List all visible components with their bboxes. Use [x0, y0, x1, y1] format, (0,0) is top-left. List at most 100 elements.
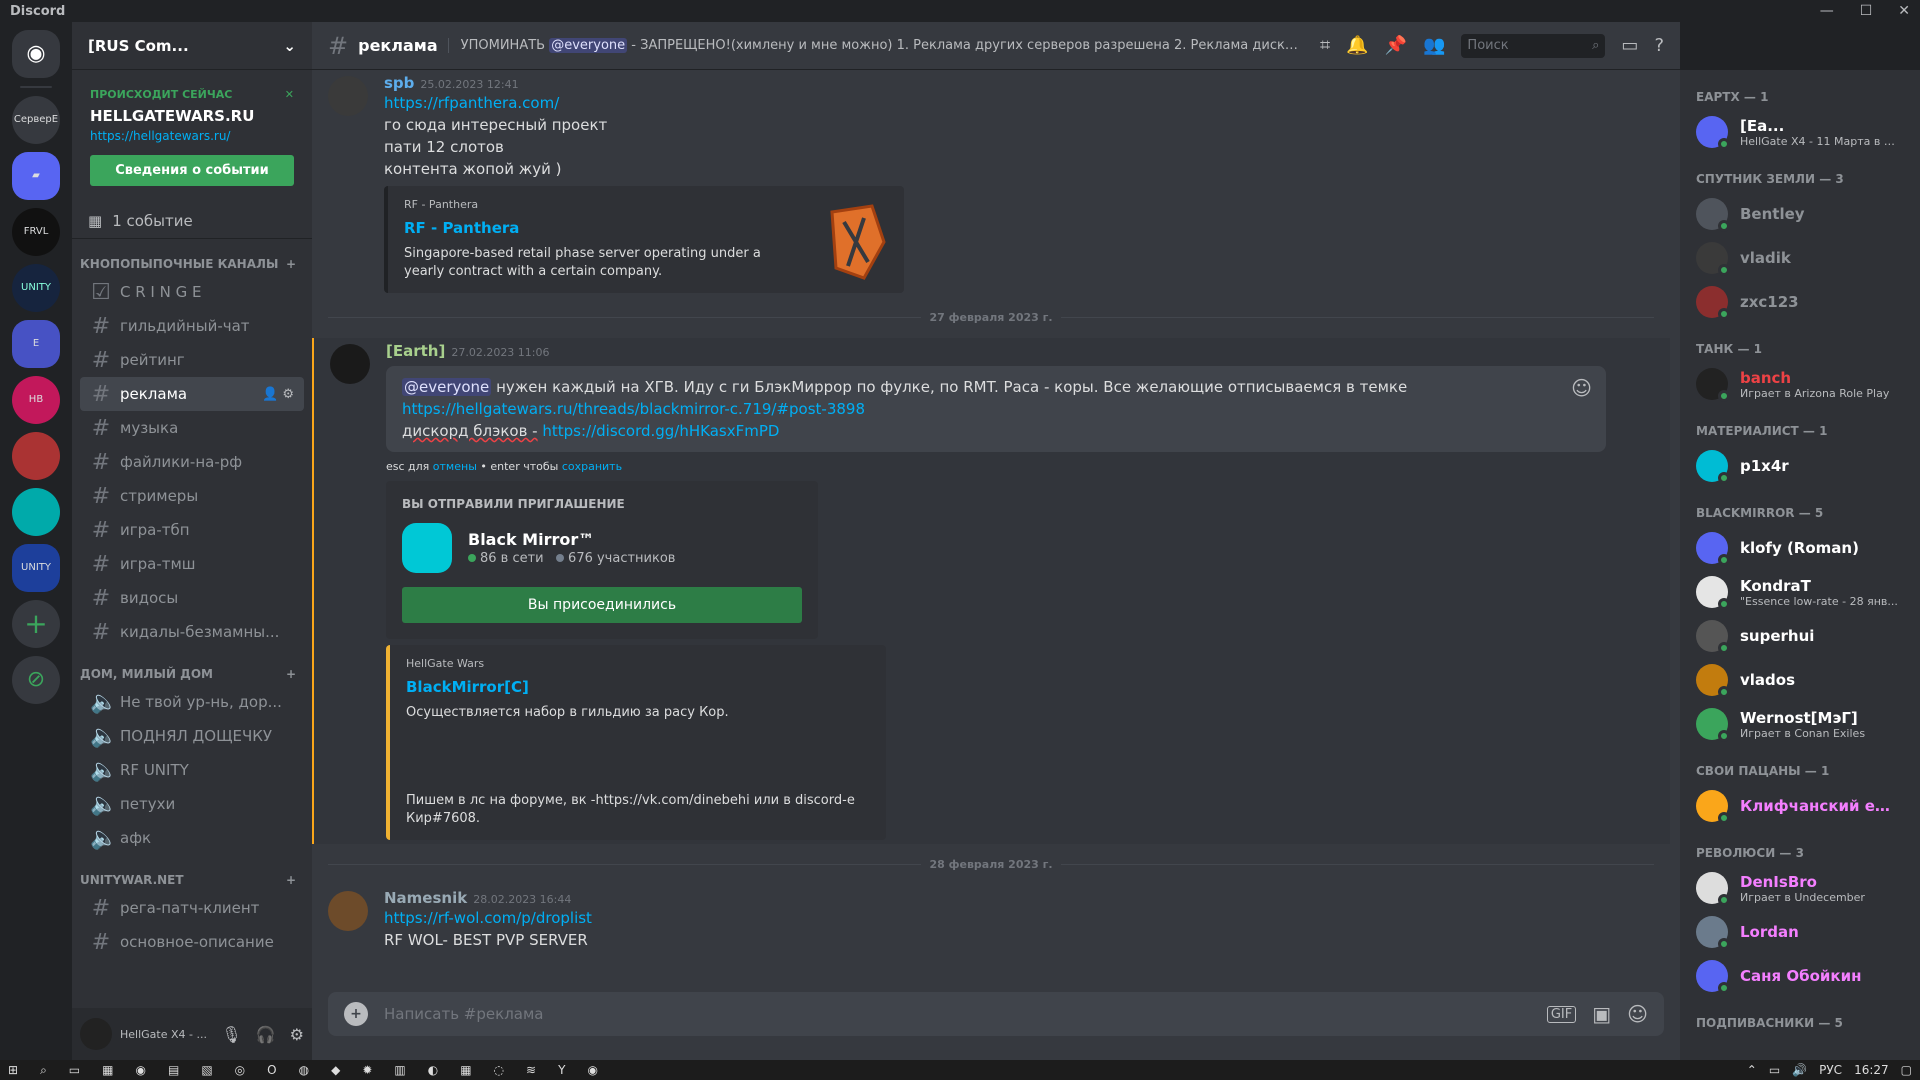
server-icon-cyan[interactable] [12, 488, 60, 536]
avatar[interactable] [1696, 532, 1730, 566]
add-channel-icon[interactable]: + [286, 257, 296, 271]
avatar[interactable] [1696, 872, 1730, 906]
avatar[interactable] [1696, 242, 1730, 276]
voice-channel-item[interactable]: 🔈 ПОДНЯЛ ДОЩЕЧКУ [80, 719, 304, 753]
message-composer[interactable]: + Написать #реклама GIF ▣ ☺ [328, 992, 1664, 1036]
message-list[interactable]: spb 25.02.2023 12:41 https://rfpanthera.c… [312, 70, 1670, 988]
avatar[interactable] [1696, 620, 1730, 654]
language-indicator[interactable]: РУС [1819, 1063, 1842, 1077]
channel-item[interactable]: # видосы [80, 581, 304, 615]
bell-icon[interactable]: 🔔 [1346, 35, 1368, 56]
taskbar-app-icon[interactable]: ▦ [102, 1063, 113, 1077]
channel-item[interactable]: # рейтинг [80, 343, 304, 377]
avatar[interactable] [1696, 664, 1730, 698]
gear-icon[interactable]: ⚙ [290, 1025, 304, 1044]
opera-icon[interactable]: O [267, 1063, 276, 1077]
member-item[interactable]: Lordan [1696, 910, 1912, 954]
edit-message-input[interactable]: @everyone нужен каждый на ХГВ. Иду с ги … [386, 366, 1606, 452]
folder-icon[interactable]: ▤ [168, 1063, 179, 1077]
chrome-icon[interactable]: ◍ [299, 1063, 309, 1077]
member-item[interactable]: Wernost[МэГ] Играет в Conan Exiles [1696, 702, 1912, 746]
taskbar-app-icon[interactable]: ▭ [69, 1063, 80, 1077]
emoji-icon[interactable]: ☺ [1571, 376, 1592, 400]
channel-item[interactable]: # стримеры [80, 479, 304, 513]
calculator-icon[interactable]: ▦ [460, 1063, 471, 1077]
event-details-button[interactable]: Сведения о событии [90, 155, 294, 186]
explore-servers-button[interactable]: ⊘ [12, 656, 60, 704]
close-icon[interactable]: ✕ [1898, 3, 1910, 19]
avatar[interactable] [1696, 116, 1730, 150]
server-icon-hb[interactable]: HB [12, 376, 60, 424]
network-icon[interactable]: ▭ [1769, 1063, 1780, 1077]
gif-button[interactable]: GIF [1546, 1005, 1577, 1023]
channel-item[interactable]: ☑ C R I N G E [80, 275, 304, 309]
taskbar-app-icon[interactable]: Y [558, 1063, 565, 1077]
member-item[interactable]: Клифчанский ебал р... [1696, 784, 1912, 828]
channel-item[interactable]: # основное-описание [80, 925, 304, 959]
server-icon-unity-2[interactable]: UNITY [12, 544, 60, 592]
taskbar-app-icon[interactable]: ◐ [428, 1063, 438, 1077]
member-item[interactable]: DenIsBro Играет в Undecember [1696, 866, 1912, 910]
embed-title[interactable]: RF - Panthera [404, 219, 888, 237]
headphones-icon[interactable]: 🎧 [256, 1025, 276, 1044]
search-input[interactable]: Поиск ⌕ [1461, 33, 1606, 58]
member-item[interactable]: KondraT "Essence low-rate - 28 янв... [1696, 570, 1912, 614]
add-server-button[interactable]: + [12, 600, 60, 648]
member-list[interactable]: ЕАРТХ — 1 [Ea... HellGate X4 - 11 Марта в … [1680, 70, 1920, 1060]
event-link[interactable]: https://hellgatewars.ru/ [90, 129, 294, 143]
channel-topic[interactable]: УПОМИНАТЬ @everyone - ЗАПРЕЩЕНО!(химлену… [447, 38, 1302, 53]
tray-chevron-icon[interactable]: ⌃ [1747, 1063, 1757, 1077]
voice-channel-item[interactable]: 🔈 Не твой ур-нь, дор... [80, 685, 304, 719]
search-icon[interactable]: ⌕ [40, 1063, 47, 1078]
avatar[interactable] [1696, 960, 1730, 994]
voice-channel-item[interactable]: 🔈 афк [80, 821, 304, 855]
avatar[interactable] [1696, 916, 1730, 950]
voice-channel-item[interactable]: 🔈 RF UNITY [80, 753, 304, 787]
avatar[interactable] [1696, 576, 1730, 610]
joined-button[interactable]: Вы присоединились [402, 587, 802, 623]
member-item[interactable]: p1x4r [1696, 444, 1912, 488]
channel-item-active[interactable]: # реклама 👤 ⚙ [80, 377, 304, 411]
volume-icon[interactable]: 🔊 [1792, 1063, 1807, 1077]
maximize-icon[interactable]: ☐ [1860, 3, 1873, 19]
category-header[interactable]: UNITYWAR.NET + [72, 855, 312, 891]
events-count[interactable]: ▦ 1 событие [72, 204, 312, 239]
avatar[interactable] [328, 891, 368, 931]
taskbar-app-icon[interactable]: ◆ [331, 1063, 340, 1077]
windows-start-icon[interactable]: ⊞ [8, 1063, 18, 1077]
channel-item[interactable]: # музыка [80, 411, 304, 445]
avatar[interactable] [1696, 708, 1730, 742]
channel-item[interactable]: # гильдийный-чат [80, 309, 304, 343]
member-item[interactable]: vlados [1696, 658, 1912, 702]
message-link[interactable]: https://rf-wol.com/p/droplist [384, 909, 592, 927]
avatar[interactable] [1696, 286, 1730, 320]
message-author[interactable]: Namesnik [384, 889, 467, 907]
server-folder-2[interactable]: E [12, 320, 60, 368]
message-author[interactable]: [Earth] [386, 342, 445, 360]
member-item[interactable]: vladik [1696, 236, 1912, 280]
add-channel-icon[interactable]: + [286, 873, 296, 887]
avatar[interactable] [328, 76, 368, 116]
category-header[interactable]: КНОПОПЫПОЧНЫЕ КАНАЛЫ + [72, 239, 312, 275]
minimize-icon[interactable]: — [1820, 3, 1834, 19]
guild-header[interactable]: [RUS Com... ⌄ [72, 22, 312, 70]
message-author[interactable]: spb [384, 74, 414, 92]
add-channel-icon[interactable]: + [286, 667, 296, 681]
avatar[interactable] [1696, 450, 1730, 484]
avatar[interactable] [1696, 368, 1730, 402]
member-item[interactable]: Саня Обойкин [1696, 954, 1912, 998]
gear-icon[interactable]: ⚙ [282, 387, 294, 402]
close-icon[interactable]: ✕ [285, 88, 294, 101]
embed-title[interactable]: BlackMirror[C] [406, 678, 870, 696]
home-button[interactable]: ◉ [12, 30, 60, 78]
inbox-icon[interactable]: ▭ [1621, 35, 1638, 56]
pin-icon[interactable]: 📌 [1385, 35, 1407, 56]
member-item[interactable]: klofy (Roman) [1696, 526, 1912, 570]
channel-item[interactable]: # игра-тмш [80, 547, 304, 581]
message-link[interactable]: https://discord.gg/hHKasxFmPD [542, 422, 779, 440]
avatar[interactable] [330, 344, 370, 384]
member-item[interactable]: banch Играет в Arizona Role Play [1696, 362, 1912, 406]
help-icon[interactable]: ? [1654, 35, 1664, 56]
message-link[interactable]: https://rfpanthera.com/ [384, 94, 559, 112]
mention[interactable]: @everyone [402, 378, 492, 396]
